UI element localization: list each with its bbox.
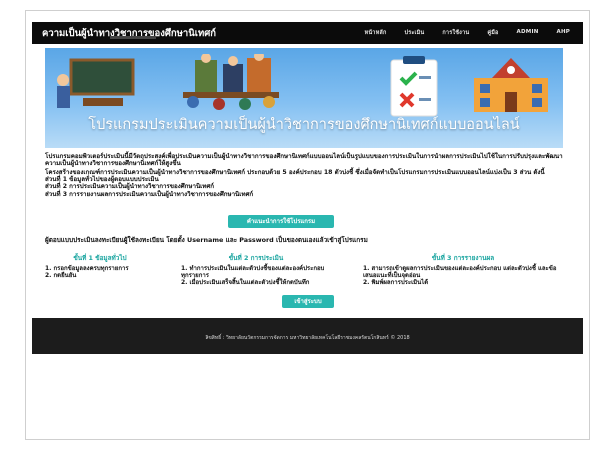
main-nav: หน้าหลัก ประเมิน การใช้งาน คู่มือ ADMIN …	[356, 29, 579, 37]
nav-evaluate[interactable]: ประเมิน	[396, 29, 434, 37]
step-2-item-2: 2. เมื่อประเมินเสร็จสิ้นในแต่ละตัวบ่งชี้…	[181, 279, 310, 286]
presenter-illustration	[57, 58, 135, 108]
nav-admin[interactable]: ADMIN	[508, 29, 548, 37]
step-2-title: ขั้นที่ 2 การประเมิน	[228, 254, 284, 262]
footer: ลิขสิทธิ์ : วิทยาลัยนวัตกรรมการจัดการ มห…	[32, 318, 583, 354]
nav-usage[interactable]: การใช้งาน	[433, 29, 478, 37]
part-3: ส่วนที่ 3 การรายงานผลการประเมินความเป็นผ…	[45, 190, 254, 198]
nav-manual[interactable]: คู่มือ	[478, 29, 507, 37]
step-2-column: ขั้นที่ 2 การประเมิน 1. ทำการประเมินในแต…	[181, 254, 331, 287]
top-navbar: ความเป็นผู้นำทางวิชาการของศึกษานิเทศก์ ห…	[32, 22, 583, 44]
step-3-item-1: 1. สามารถเข้าดูผลการประเมินของแต่ละองค์ป…	[363, 265, 557, 279]
school-illustration	[474, 58, 548, 112]
step-1-column: ขั้นที่ 1 ข้อมูลทั่วไป 1. กรอกข้อมูลลงคร…	[45, 254, 155, 280]
meeting-illustration	[183, 54, 279, 110]
step-1-item-2: 2. กดยืนยัน	[45, 272, 77, 279]
copyright-text: ลิขสิทธิ์ : วิทยาลัยนวัตกรรมการจัดการ มห…	[205, 335, 410, 341]
structure-paragraph: โครงสร้างของเกณฑ์การประเมินความเป็นผู้นำ…	[45, 169, 565, 198]
step-3-title: ขั้นที่ 3 การรายงานผล	[431, 254, 495, 262]
checklist-illustration	[390, 56, 438, 117]
step-3-column: ขั้นที่ 3 การรายงานผล 1. สามารถเข้าดูผลก…	[363, 254, 563, 287]
banner-title: โปรแกรมประเมินความเป็นผู้นำวิชาการของศึก…	[88, 117, 520, 133]
hero-banner: โปรแกรมประเมินความเป็นผู้นำวิชาการของศึก…	[45, 48, 563, 148]
part-2: ส่วนที่ 2 การประเมินความเป็นผู้นำทางวิชา…	[45, 183, 215, 191]
step-2-item-1: 1. ทำการประเมินในแต่ละตัวบ่งชี้ของแต่ละอ…	[181, 265, 325, 279]
nav-ahp[interactable]: AHP	[548, 29, 580, 37]
intro-paragraph: โปรแกรมคอมพิวเตอร์ประเมินนี้มีวัตถุประสง…	[45, 153, 563, 168]
registration-instructions: ผู้ตอบแบบประเมินลงทะเบียนผู้ใช้ลงทะเบียน…	[45, 236, 368, 244]
user-guide-button[interactable]: คำแนะนำการใช้โปรแกรม	[228, 215, 334, 228]
login-button[interactable]: เข้าสู่ระบบ	[282, 295, 334, 308]
steps-section: ขั้นที่ 1 ข้อมูลทั่วไป 1. กรอกข้อมูลลงคร…	[45, 255, 565, 295]
nav-home[interactable]: หน้าหลัก	[356, 29, 396, 37]
step-3-item-2: 2. พิมพ์ผลการประเมินได้	[363, 279, 429, 286]
step-1-title: ขั้นที่ 1 ข้อมูลทั่วไป	[73, 254, 127, 262]
step-1-item-1: 1. กรอกข้อมูลลงครบทุกรายการ	[45, 265, 129, 272]
footer-tab	[110, 36, 156, 39]
